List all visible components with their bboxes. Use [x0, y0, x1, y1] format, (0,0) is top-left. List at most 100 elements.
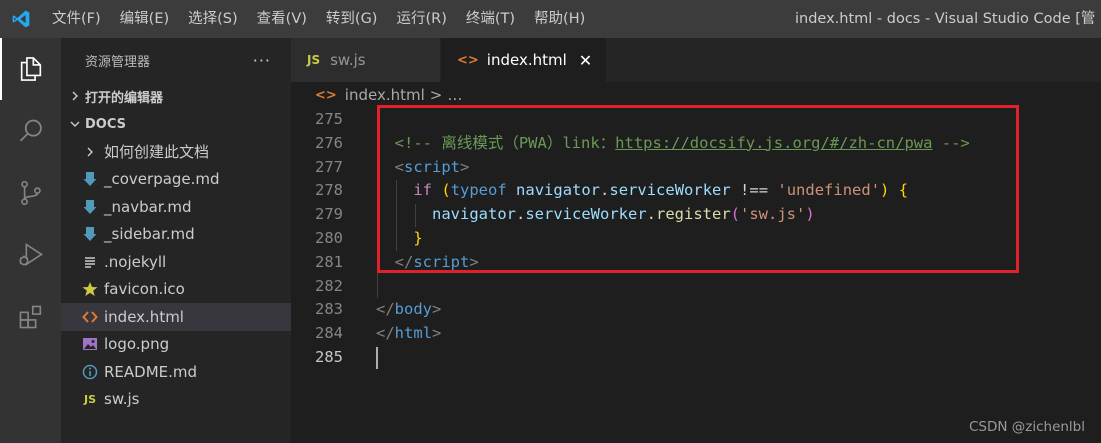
tab-sw-js[interactable]: JS sw.js	[291, 38, 441, 82]
breadcrumb: <> index.html > …	[291, 82, 1101, 108]
tree-file-favicon[interactable]: favicon.ico	[61, 276, 291, 304]
open-editors-section[interactable]: 打开的编辑器	[61, 82, 291, 110]
code-line: 277 <script>	[291, 156, 1101, 180]
html-close-tag: html	[394, 324, 432, 343]
tree-item-label: _sidebar.md	[104, 225, 195, 244]
string-literal: 'sw.js'	[740, 205, 806, 224]
line-number: 276	[315, 133, 343, 152]
code-line: 281 </script>	[291, 251, 1101, 275]
folder-label: DOCS	[85, 116, 126, 132]
explorer-sidebar: 资源管理器 ··· 打开的编辑器 DOCS 如何创建此文档 _coverpage…	[61, 38, 291, 443]
tab-index-html[interactable]: <> index.html ✕	[441, 38, 608, 82]
tree-file-sw-js[interactable]: JS sw.js	[61, 386, 291, 414]
info-icon	[81, 363, 99, 381]
html-icon	[81, 308, 99, 326]
vscode-logo-icon[interactable]	[0, 0, 42, 38]
string-literal: 'undefined'	[777, 181, 881, 200]
menu-terminal[interactable]: 终端(T)	[456, 0, 524, 38]
tree-item-label: .nojekyll	[104, 252, 167, 271]
body-close-tag: body	[394, 300, 432, 319]
search-button[interactable]	[0, 100, 61, 162]
watermark: CSDN @zichenlbl	[968, 419, 1085, 435]
sidebar-title: 资源管理器	[85, 54, 151, 70]
code-line: 284 </html>	[291, 322, 1101, 346]
html-icon: <>	[315, 87, 337, 103]
code-line: 280 }	[291, 227, 1101, 251]
menu-file[interactable]: 文件(F)	[42, 0, 110, 38]
code-line: 276 <!-- 离线模式（PWA）link：https://docsify.j…	[291, 132, 1101, 156]
editor-tabs: JS sw.js <> index.html ✕	[291, 38, 1101, 82]
js-icon: JS	[83, 392, 96, 406]
sidebar-header: 资源管理器 ···	[61, 38, 291, 82]
breadcrumb-separator: >	[429, 86, 443, 104]
close-icon[interactable]: ✕	[579, 51, 592, 70]
indent-guide	[377, 108, 378, 298]
menu-run[interactable]: 运行(R)	[386, 0, 455, 38]
more-actions-icon[interactable]: ···	[253, 51, 271, 70]
code-line: 283 </body>	[291, 298, 1101, 322]
explorer-icon	[20, 57, 41, 81]
line-number: 278	[315, 181, 343, 200]
breadcrumb-file[interactable]: index.html	[345, 86, 425, 104]
chevron-right-icon	[81, 143, 99, 161]
line-number: 285	[315, 347, 343, 366]
menu-help[interactable]: 帮助(H)	[524, 0, 594, 38]
text-file-icon	[81, 253, 99, 271]
tree-file-coverpage[interactable]: _coverpage.md	[61, 166, 291, 194]
run-debug-icon	[18, 242, 43, 266]
code-line: 282	[291, 275, 1101, 299]
tree-item-label: README.md	[104, 362, 198, 381]
tree-file-index-html[interactable]: index.html	[61, 303, 291, 331]
tree-file-nojekyll[interactable]: .nojekyll	[61, 248, 291, 276]
tab-label: sw.js	[330, 51, 366, 69]
folder-section-docs[interactable]: DOCS	[61, 110, 291, 138]
code-line: 279 navigator.serviceWorker.register('sw…	[291, 203, 1101, 227]
code-editor[interactable]: 275 276 <!-- 离线模式（PWA）link：https://docsi…	[291, 105, 1101, 370]
run-debug-button[interactable]	[0, 224, 61, 286]
star-icon	[81, 280, 99, 298]
source-control-button[interactable]	[0, 162, 61, 224]
extensions-icon	[19, 305, 41, 329]
js-icon: JS	[307, 53, 321, 67]
indent-guide	[396, 180, 397, 251]
source-control-icon	[20, 180, 41, 206]
tree-item-label: logo.png	[104, 335, 170, 354]
tree-file-readme[interactable]: README.md	[61, 358, 291, 386]
keyword-if: if	[413, 181, 432, 200]
pwa-docs-link[interactable]: https://docsify.js.org/#/zh-cn/pwa	[615, 134, 932, 152]
chevron-right-icon	[67, 88, 83, 104]
keyword-typeof: typeof	[450, 181, 507, 200]
line-number: 279	[315, 205, 343, 224]
tree-file-logo[interactable]: logo.png	[61, 331, 291, 359]
line-number: 281	[315, 252, 343, 271]
breadcrumb-more[interactable]: …	[447, 86, 462, 104]
menu-edit[interactable]: 编辑(E)	[110, 0, 178, 38]
script-open-tag: script	[404, 157, 461, 176]
function-register: register	[656, 205, 731, 224]
menu-go[interactable]: 转到(G)	[316, 0, 387, 38]
identifier-serviceworker: serviceWorker	[609, 181, 731, 200]
extensions-button[interactable]	[0, 286, 61, 348]
menu-selection[interactable]: 选择(S)	[178, 0, 247, 38]
explorer-button[interactable]	[0, 38, 61, 100]
html-comment-end: -->	[932, 133, 970, 152]
identifier-serviceworker: serviceWorker	[525, 205, 647, 224]
identifier-navigator: navigator	[432, 205, 516, 224]
html-icon: <>	[457, 52, 479, 68]
operator: !==	[730, 181, 778, 200]
code-line: 275	[291, 108, 1101, 132]
menu-view[interactable]: 查看(V)	[247, 0, 316, 38]
title-bar: 文件(F) 编辑(E) 选择(S) 查看(V) 转到(G) 运行(R) 终端(T…	[0, 0, 1101, 38]
line-number: 284	[315, 324, 343, 343]
tree-file-sidebar[interactable]: _sidebar.md	[61, 221, 291, 249]
tree-file-navbar[interactable]: _navbar.md	[61, 193, 291, 221]
tree-folder-docs-subfolder[interactable]: 如何创建此文档	[61, 138, 291, 166]
editor-area: JS sw.js <> index.html ✕ <> index.html >…	[291, 38, 1101, 443]
markdown-icon	[81, 170, 99, 188]
tree-item-label: _navbar.md	[104, 197, 192, 216]
identifier-navigator: navigator	[516, 181, 601, 200]
search-icon	[19, 119, 42, 142]
open-editors-label: 打开的编辑器	[85, 90, 164, 106]
line-number: 277	[315, 157, 343, 176]
tree-item-label: sw.js	[104, 390, 140, 409]
